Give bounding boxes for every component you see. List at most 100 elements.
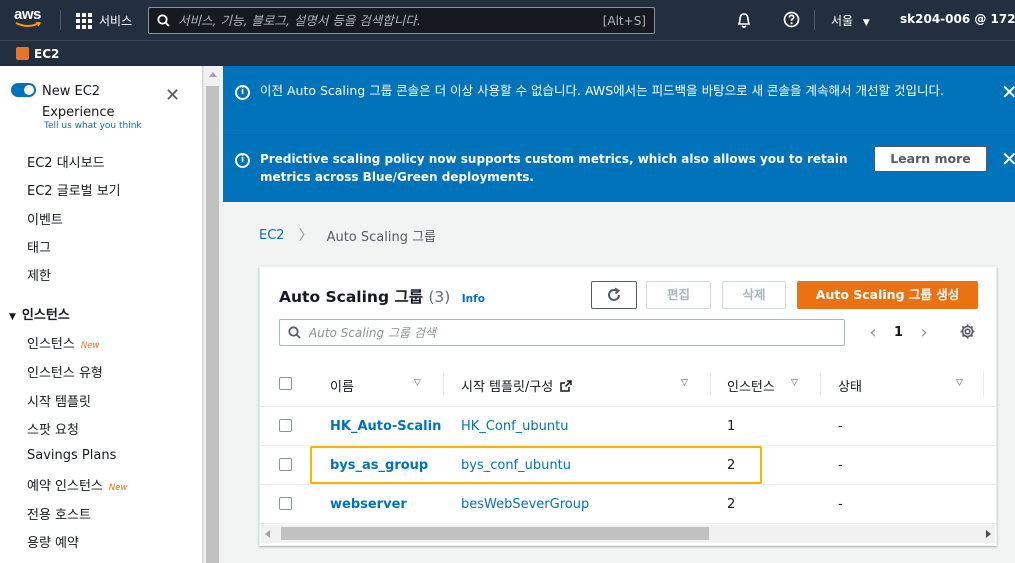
sort-icon: ▽ xyxy=(414,378,421,388)
ec2-service-icon xyxy=(16,47,29,60)
asg-name-link[interactable]: bys_as_group xyxy=(330,458,428,473)
gear-icon[interactable] xyxy=(959,323,976,340)
instance-count: 1 xyxy=(727,419,736,434)
close-icon[interactable]: ✕ xyxy=(1001,82,1015,102)
aws-smile-icon xyxy=(15,22,41,27)
service-favorite-ec2[interactable]: EC2 xyxy=(34,47,59,61)
sidebar-item-instances[interactable]: 인스턴스 New xyxy=(27,333,99,352)
chevron-left-icon[interactable]: ‹ xyxy=(862,322,884,343)
row-checkbox[interactable] xyxy=(279,419,292,432)
info-link[interactable]: Info xyxy=(462,293,485,305)
sidebar-item-instance-types[interactable]: 인스턴스 유형 xyxy=(27,362,103,381)
table-filter[interactable] xyxy=(279,319,845,346)
pagination: ‹ 1 › xyxy=(862,322,935,343)
flash-message: Predictive scaling policy now supports c… xyxy=(260,152,848,184)
nav-divider xyxy=(60,10,61,30)
create-auto-scaling-group-button[interactable]: Auto Scaling 그룹 생성 xyxy=(797,281,978,309)
close-icon[interactable]: ✕ xyxy=(165,87,180,105)
scrollbar-thumb[interactable] xyxy=(281,527,709,540)
launch-template-link[interactable]: HK_Conf_ubuntu xyxy=(461,419,568,434)
nav-divider xyxy=(814,10,815,30)
breadcrumb-ec2-link[interactable]: EC2 xyxy=(259,228,285,243)
chevron-right-icon: 〉 xyxy=(298,228,313,244)
launch-template-link[interactable]: besWebSeverGroup xyxy=(461,497,589,512)
status-value: - xyxy=(838,419,843,434)
new-experience-label: New EC2 Experience xyxy=(42,84,115,120)
scroll-up-arrow-icon[interactable] xyxy=(209,72,217,77)
region-selector[interactable]: 서울 ▼ xyxy=(831,12,870,29)
bell-icon[interactable] xyxy=(736,12,752,29)
row-checkbox[interactable] xyxy=(279,497,292,510)
column-header-instances[interactable]: 인스턴스 ▽ xyxy=(727,376,798,395)
sidebar-section-instances[interactable]: ▼ 인스턴스 xyxy=(9,304,70,323)
column-header-template[interactable]: 시작 템플릿/구성 ▽ xyxy=(461,376,688,395)
sort-icon: ▽ xyxy=(681,378,688,388)
global-search-box[interactable]: [Alt+S] xyxy=(148,7,655,34)
search-icon xyxy=(157,14,170,27)
side-navigation: New EC2 Experience Tell us what you thin… xyxy=(0,66,203,563)
external-link-icon xyxy=(560,380,573,392)
column-header-name[interactable]: 이름 ▽ xyxy=(330,376,421,395)
refresh-icon xyxy=(608,287,621,301)
region-label: 서울 xyxy=(831,14,854,28)
aws-logo-text: aws xyxy=(14,6,41,23)
caret-down-icon: ▼ xyxy=(862,18,870,28)
sidebar-item-ec2-dashboard[interactable]: EC2 대시보드 xyxy=(27,152,105,171)
column-divider xyxy=(983,371,984,397)
sidebar-item-dedicated-hosts[interactable]: 전용 호스트 xyxy=(27,504,91,523)
flash-message: 이전 Auto Scaling 그룹 콘솔은 더 이상 사용할 수 없습니다. … xyxy=(260,83,944,98)
delete-button[interactable]: 삭제 xyxy=(722,281,786,309)
sidebar-item-tags[interactable]: 태그 xyxy=(27,237,51,256)
sidebar-item-limits[interactable]: 제한 xyxy=(27,265,51,284)
sort-icon: ▽ xyxy=(956,378,963,388)
sidebar-item-savings-plans[interactable]: Savings Plans xyxy=(27,448,116,463)
column-divider xyxy=(820,371,821,397)
flash-banner-predictive-scaling: i Predictive scaling policy now supports… xyxy=(223,134,1015,202)
sidebar-item-reserved-instances[interactable]: 예약 인스턴스 New xyxy=(27,475,127,494)
top-navigation: aws 서비스 [Alt+S] 서울 ▼ sk204-006 @ 1723-62 xyxy=(0,0,1015,40)
learn-more-button[interactable]: Learn more xyxy=(874,146,987,172)
refresh-button[interactable] xyxy=(591,281,637,309)
asg-name-link[interactable]: webserver xyxy=(330,497,407,512)
sidebar-scrollbar[interactable] xyxy=(203,66,221,563)
sidebar-item-global-view[interactable]: EC2 글로벌 보기 xyxy=(27,180,121,199)
table-horizontal-scrollbar[interactable] xyxy=(261,525,995,543)
edit-button[interactable]: 편집 xyxy=(646,281,711,309)
services-label: 서비스 xyxy=(99,14,133,28)
column-header-status[interactable]: 상태 ▽ xyxy=(838,376,963,395)
sidebar-item-capacity-reservations[interactable]: 용량 예약 xyxy=(27,532,79,551)
chevron-right-icon[interactable]: › xyxy=(913,322,935,343)
table-row[interactable]: HK_Auto-Scaling_ HK_Conf_ubuntu 1 - xyxy=(260,407,996,446)
asg-name-link[interactable]: HK_Auto-Scaling_ xyxy=(330,419,442,434)
row-checkbox[interactable] xyxy=(279,458,292,471)
scroll-left-arrow-icon[interactable] xyxy=(265,530,270,538)
account-menu[interactable]: sk204-006 @ 1723-62 xyxy=(900,12,1015,26)
feedback-link[interactable]: Tell us what you think xyxy=(44,121,142,131)
help-icon[interactable] xyxy=(783,11,800,28)
table-row[interactable]: webserver besWebSeverGroup 2 - xyxy=(260,485,996,524)
scrollbar-thumb[interactable] xyxy=(206,86,219,563)
launch-template-link[interactable]: bys_conf_ubuntu xyxy=(461,458,571,473)
column-divider xyxy=(443,371,444,397)
current-page[interactable]: 1 xyxy=(894,325,903,340)
status-value: - xyxy=(838,458,843,473)
grid-icon xyxy=(76,12,92,29)
aws-logo[interactable]: aws xyxy=(14,6,48,32)
global-search-input[interactable] xyxy=(178,13,603,28)
column-divider xyxy=(710,371,711,397)
new-experience-toggle[interactable] xyxy=(11,83,36,97)
table-row[interactable]: bys_as_group bys_conf_ubuntu 2 - xyxy=(260,446,996,485)
close-icon[interactable]: ✕ xyxy=(1001,149,1015,169)
sidebar-item-launch-templates[interactable]: 시작 템플릿 xyxy=(27,391,91,410)
sidebar-item-spot-requests[interactable]: 스팟 요청 xyxy=(27,419,79,438)
flash-banner-console-notice: i 이전 Auto Scaling 그룹 콘솔은 더 이상 사용할 수 없습니다… xyxy=(223,66,1015,134)
breadcrumb: EC2 〉 Auto Scaling 그룹 xyxy=(259,225,436,245)
new-badge: New xyxy=(108,483,128,493)
services-menu-button[interactable]: 서비스 xyxy=(76,12,132,29)
sidebar-item-events[interactable]: 이벤트 xyxy=(27,209,63,228)
select-all-checkbox[interactable] xyxy=(279,377,292,390)
scroll-right-arrow-icon[interactable] xyxy=(986,530,991,538)
filter-input[interactable] xyxy=(309,325,836,340)
instance-count: 2 xyxy=(727,497,736,512)
search-icon xyxy=(288,326,301,339)
